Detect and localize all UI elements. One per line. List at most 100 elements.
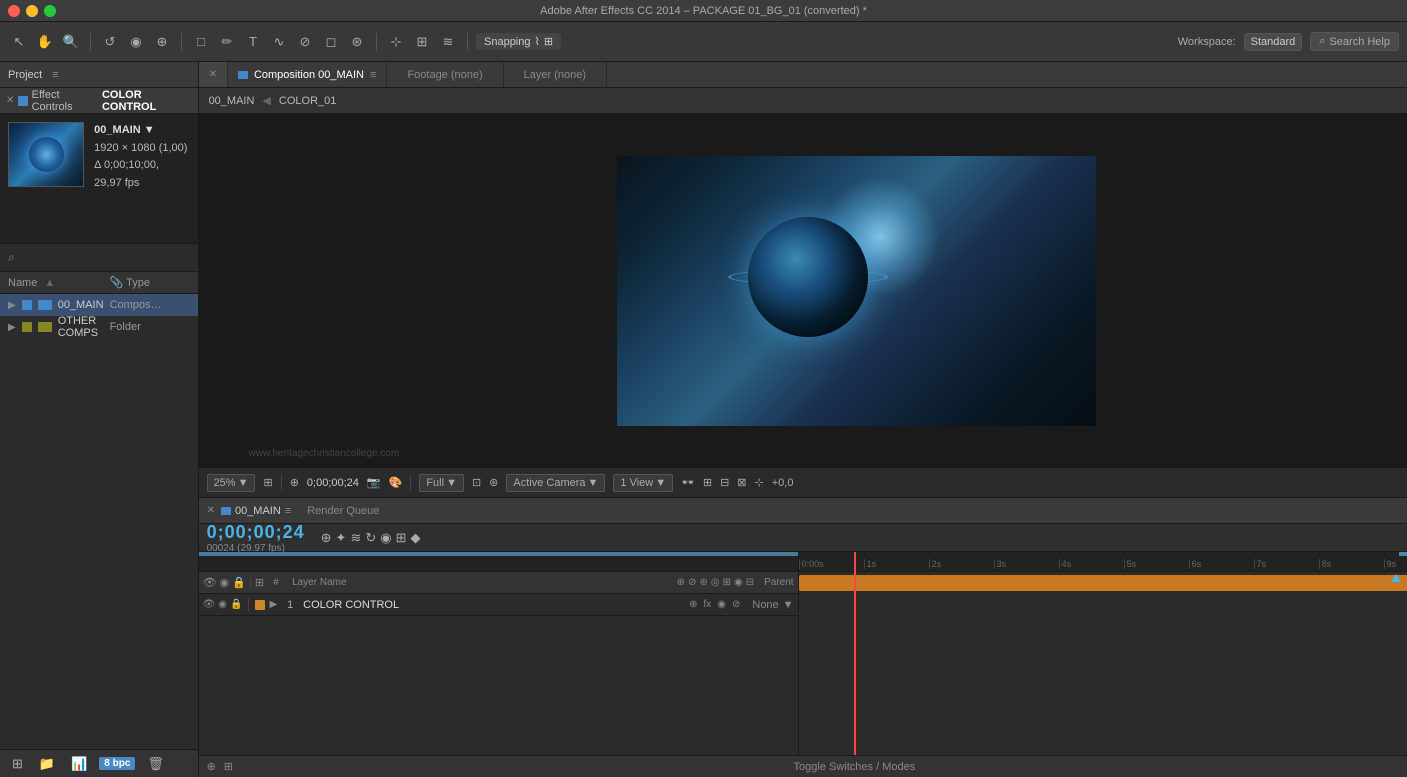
keyframe-icon[interactable]: ◆ <box>411 530 421 546</box>
timeline-ruler: 0:00s 1s 2s 3s 4s 5s 6s 7s 8s 9s 10s <box>799 552 1407 572</box>
bpc-badge[interactable]: 8 bpc <box>99 757 135 770</box>
playhead[interactable] <box>854 552 856 755</box>
layer-paint-icon[interactable]: ◉ <box>717 599 726 610</box>
layer-bar-area: ◀ <box>799 572 1407 594</box>
preview-globe <box>748 217 868 337</box>
minimize-button[interactable] <box>26 5 38 17</box>
brush-tool[interactable]: ∿ <box>268 31 290 53</box>
view-selector[interactable]: 1 View ▼ <box>613 474 673 492</box>
close-button[interactable] <box>8 5 20 17</box>
grid-icon[interactable]: ⊞ <box>224 760 233 773</box>
comp-tab-close-icon[interactable]: ✕ <box>209 69 217 80</box>
maximize-button[interactable] <box>44 5 56 17</box>
viewer-toolbar: 25% ▼ ⊞ ⊕ 0;00;00;24 📷 🎨 Full ▼ ⊡ ⊛ Acti… <box>199 467 1407 497</box>
eraser-tool[interactable]: ◻ <box>320 31 342 53</box>
puppet-tool[interactable]: ⊛ <box>346 31 368 53</box>
color-mode-button[interactable]: 🎨 <box>389 476 403 489</box>
quality-dropdown-icon: ▼ <box>446 477 457 489</box>
roi-button[interactable]: ⊹ <box>755 476 764 489</box>
clone-tool[interactable]: ⊘ <box>294 31 316 53</box>
project-tab[interactable]: Project <box>8 69 42 81</box>
timecode-display[interactable]: 0;00;00;24 <box>307 477 359 489</box>
timeline-bottom-toolbar: ⊕ ⊞ Toggle Switches / Modes ▲ ▼ <box>199 755 1407 777</box>
layer-parent-dropdown[interactable]: ▼ <box>783 599 794 611</box>
project-file-list: ▶ 00_MAIN Compos… ▶ OTHER COMPS Folder <box>0 294 198 749</box>
rect-tool[interactable]: □ <box>190 31 212 53</box>
effect-controls-close[interactable]: ✕ <box>6 95 14 106</box>
grid-button[interactable]: ⊞ <box>703 476 712 489</box>
layer-switches-icon[interactable]: ⊕ <box>689 599 697 610</box>
layer-tab[interactable]: Layer (none) <box>504 62 607 87</box>
center-panel: ✕ Composition 00_MAIN ≡ Footage (none) L… <box>199 62 1407 777</box>
quality-selector[interactable]: Full ▼ <box>419 474 464 492</box>
motion-sketch-icon[interactable]: ≋ <box>350 530 361 546</box>
work-area-bar[interactable] <box>199 552 798 556</box>
camera-selector[interactable]: Active Camera ▼ <box>506 474 605 492</box>
comp-tab-close[interactable]: ✕ <box>199 62 228 87</box>
file-item-othercomps[interactable]: ▶ OTHER COMPS Folder <box>0 316 198 338</box>
text-tool[interactable]: T <box>242 31 264 53</box>
timeline-panel: ✕ 00_MAIN ≡ Render Queue 0;00;00;24 0002… <box>199 497 1407 777</box>
timeline-close-icon[interactable]: ✕ <box>207 505 215 516</box>
solo-col-icon: ◉ <box>220 576 230 589</box>
snapshot-button[interactable]: 📷 <box>367 476 381 489</box>
title-bar: Adobe After Effects CC 2014 – PACKAGE 01… <box>0 0 1407 22</box>
layer-fx-icon[interactable]: fx <box>703 599 711 610</box>
timeline-tools: ⊕ ✦ ≋ ↻ ◉ ⊞ ◆ <box>321 530 421 546</box>
fit-button[interactable]: ⊞ <box>263 476 272 489</box>
timeline-tab-00main[interactable]: 00_MAIN ≡ <box>221 505 291 517</box>
star-icon[interactable]: ✦ <box>336 530 347 546</box>
file-item-00main[interactable]: ▶ 00_MAIN Compos… <box>0 294 198 316</box>
delete-button[interactable]: 🗑 <box>143 754 168 774</box>
new-folder-button[interactable]: 📁 <box>35 754 59 774</box>
layer-eye-icon[interactable]: 👁 <box>203 599 216 610</box>
safe-zones-button[interactable]: ⊠ <box>737 476 746 489</box>
camera-tl-icon[interactable]: ◉ <box>380 530 391 546</box>
breadcrumb-child[interactable]: COLOR_01 <box>279 95 336 107</box>
composition-tab[interactable]: Composition 00_MAIN ≡ <box>228 62 387 87</box>
layer-expand-arrow[interactable]: ▶ <box>269 599 277 610</box>
zoom-selector[interactable]: 25% ▼ <box>207 474 256 492</box>
workspace-selector[interactable]: Standard <box>1244 33 1303 51</box>
layer-lock-icon[interactable]: 🔒 <box>230 599 242 610</box>
hand-tool[interactable]: ✋ <box>34 31 56 53</box>
new-comp-button[interactable]: 📊 <box>67 754 91 774</box>
project-search-bar: ⌕ <box>0 244 198 272</box>
snapping-button[interactable]: Snapping ⌇ ⊞ <box>476 33 561 50</box>
add-layer-icon[interactable]: ⊕ <box>207 760 216 773</box>
render-queue-tab[interactable]: Render Queue <box>297 505 389 517</box>
grid-tl-icon[interactable]: ⊞ <box>396 530 407 546</box>
grid-view-button[interactable]: ⊞ <box>8 754 27 774</box>
motion-tool[interactable]: ≋ <box>437 31 459 53</box>
toggle-switches-label[interactable]: Toggle Switches / Modes <box>241 761 1407 773</box>
shape-tool[interactable]: ⊹ <box>385 31 407 53</box>
timeline-tab-label: 00_MAIN <box>235 505 281 517</box>
pen-tool[interactable]: ✏ <box>216 31 238 53</box>
loop-icon[interactable]: ↻ <box>365 530 376 546</box>
layer-solo-icon[interactable]: ◉ <box>218 599 227 610</box>
guides-button[interactable]: ⊟ <box>720 476 729 489</box>
timecode-display-large[interactable]: 0;00;00;24 00024 (29.97 fps) <box>207 522 305 554</box>
rotate-tool[interactable]: ↺ <box>99 31 121 53</box>
tool-divider-1 <box>90 33 91 51</box>
camera-tool[interactable]: ◉ <box>125 31 147 53</box>
layer-duration-bar[interactable] <box>799 575 1407 591</box>
select-tool[interactable]: ↖ <box>8 31 30 53</box>
breadcrumb-root[interactable]: 00_MAIN <box>209 95 255 107</box>
pin-icon[interactable]: ⊕ <box>321 530 332 546</box>
align-tool[interactable]: ⊞ <box>411 31 433 53</box>
pan-behind-tool[interactable]: ⊕ <box>151 31 173 53</box>
resolution-toggle[interactable]: ⊡ <box>472 476 481 489</box>
footage-tab[interactable]: Footage (none) <box>387 62 503 87</box>
alpha-button[interactable]: ⊛ <box>489 476 498 489</box>
comp-tab-menu[interactable]: ≡ <box>370 69 376 81</box>
layer-motion-icon[interactable]: ⊘ <box>732 599 740 610</box>
zoom-tool[interactable]: 🔍 <box>60 31 82 53</box>
3d-glasses-button[interactable]: 👓 <box>681 476 695 489</box>
resolution-button[interactable]: ⊕ <box>290 476 299 489</box>
layer-name: COLOR CONTROL <box>303 599 685 611</box>
search-help-field[interactable]: ⌕ Search Help <box>1310 32 1399 51</box>
timeline-tab-menu[interactable]: ≡ <box>285 505 291 517</box>
project-menu-icon[interactable]: ≡ <box>52 69 58 81</box>
layer-color-swatch <box>255 600 265 610</box>
